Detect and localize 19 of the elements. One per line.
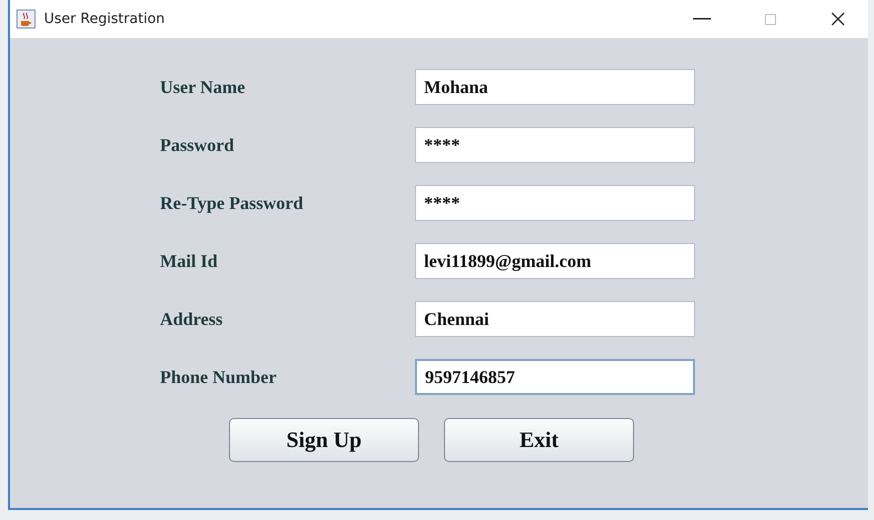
field-label: Phone Number <box>160 366 278 388</box>
field-label: Re-Type Password <box>160 192 304 214</box>
close-icon <box>831 12 845 26</box>
minimize-icon <box>693 18 711 20</box>
text-field[interactable]: Mohana <box>415 69 695 105</box>
text-field[interactable]: **** <box>415 127 695 163</box>
text-field[interactable]: Chennai <box>415 301 695 337</box>
field-label: Password <box>160 134 236 156</box>
exit-button[interactable]: Exit <box>444 418 634 462</box>
field-label: Address <box>160 308 224 330</box>
sign-up-button[interactable]: Sign Up <box>229 418 419 462</box>
text-field[interactable]: **** <box>415 185 695 221</box>
field-label: Mail Id <box>160 250 219 272</box>
text-field[interactable]: 9597146857 <box>415 359 695 395</box>
maximize-icon <box>764 14 776 24</box>
field-label: User Name <box>160 76 246 98</box>
window-title: User Registration <box>44 11 166 27</box>
coffee-cup-icon <box>16 9 36 29</box>
text-field[interactable]: levi11899@gmail.com <box>415 243 695 279</box>
